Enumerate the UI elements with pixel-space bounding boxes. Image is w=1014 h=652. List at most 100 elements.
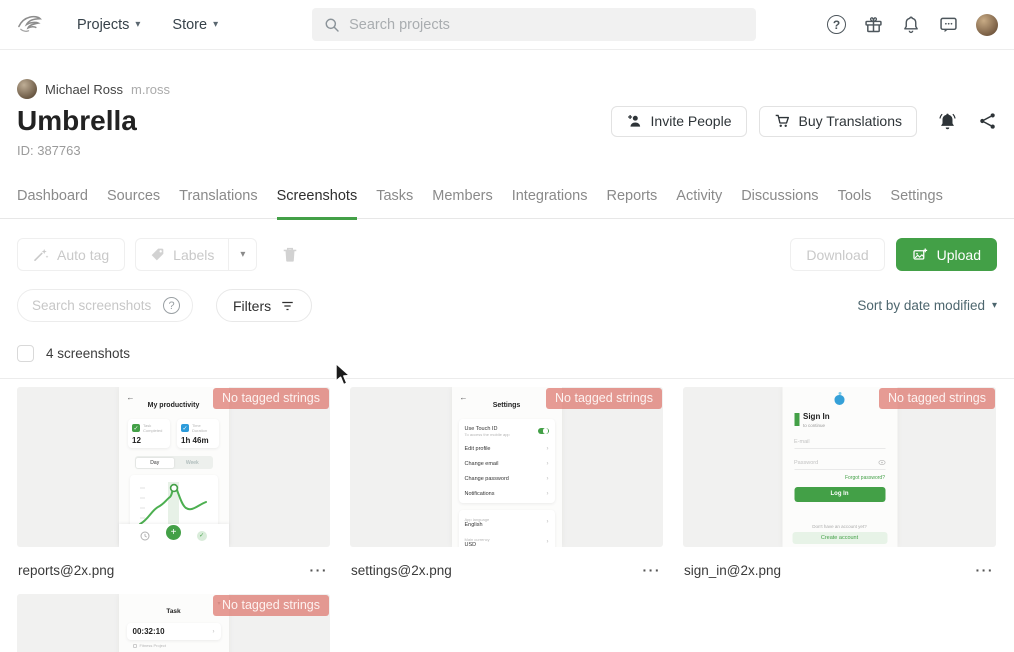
help-icon[interactable]: ? (827, 15, 846, 34)
screenshot-search[interactable]: ? (17, 289, 193, 322)
labels-dropdown-button[interactable]: ▾ (228, 239, 256, 270)
buy-translations-label: Buy Translations (799, 113, 903, 129)
share-icon[interactable] (978, 111, 997, 131)
nav-projects-label: Projects (77, 17, 129, 33)
nav-store-menu[interactable]: Store ▾ (172, 17, 218, 33)
filter-icon (280, 299, 295, 313)
chevron-down-icon: ▾ (213, 19, 218, 30)
download-button[interactable]: Download (790, 238, 884, 271)
card-menu-button[interactable]: ··· (310, 562, 329, 578)
tab-settings[interactable]: Settings (890, 188, 942, 218)
status-badge: No tagged strings (879, 388, 995, 409)
person-add-icon (626, 113, 643, 129)
screenshot-thumbnail[interactable]: No tagged strings Sign In to continue E-… (683, 387, 996, 547)
buy-translations-button[interactable]: Buy Translations (759, 106, 918, 137)
search-projects-input[interactable] (349, 17, 744, 33)
screenshot-card-settings: No tagged strings ← Settings Use Touch I… (350, 387, 663, 594)
messages-icon[interactable] (938, 14, 959, 35)
user-avatar[interactable] (976, 14, 998, 36)
screenshot-filename[interactable]: settings@2x.png (351, 563, 452, 578)
tab-integrations[interactable]: Integrations (512, 188, 588, 218)
global-search[interactable] (312, 8, 756, 41)
watch-bell-icon[interactable] (937, 111, 958, 132)
owner-name: Michael Ross (45, 82, 123, 97)
tab-tools[interactable]: Tools (838, 188, 872, 218)
nav-store-label: Store (172, 17, 207, 33)
invite-people-label: Invite People (651, 113, 732, 129)
tab-discussions[interactable]: Discussions (741, 188, 818, 218)
notifications-bell-icon[interactable] (901, 14, 921, 35)
tab-tasks[interactable]: Tasks (376, 188, 413, 218)
clock-icon: ✓ (181, 424, 189, 432)
eye-icon (878, 460, 885, 465)
toggle-on-icon (538, 428, 549, 435)
back-arrow-icon: ← (460, 393, 468, 402)
top-navbar: Projects ▾ Store ▾ ? (0, 0, 1014, 50)
status-badge: No tagged strings (213, 388, 329, 409)
screenshot-card-reports: No tagged strings ← My productivity ✓ Ta… (17, 387, 330, 594)
screenshot-filename[interactable]: reports@2x.png (18, 563, 114, 578)
tab-activity[interactable]: Activity (676, 188, 722, 218)
filters-label: Filters (233, 298, 271, 314)
screenshot-count: 4 screenshots (46, 346, 130, 361)
screenshot-thumbnail[interactable]: No tagged strings ← Settings Use Touch I… (350, 387, 663, 547)
project-id: ID: 387763 (17, 143, 997, 158)
screenshots-grid: No tagged strings ← My productivity ✓ Ta… (0, 379, 1014, 652)
card-menu-button[interactable]: ··· (643, 562, 662, 578)
back-arrow-icon: ← (127, 393, 135, 402)
auto-tag-button[interactable]: Auto tag (17, 238, 125, 271)
tag-icon (150, 247, 165, 262)
chevron-down-icon: ▾ (240, 249, 245, 260)
screenshot-card-signin: No tagged strings Sign In to continue E-… (683, 387, 996, 594)
cart-icon (774, 113, 791, 129)
preview-title: My productivity (148, 402, 200, 409)
preview-title: Settings (493, 402, 521, 409)
search-icon (324, 17, 340, 33)
thumbnail-preview: Task ▾ 00:32:10 › Fitness Project (119, 594, 229, 652)
gift-icon[interactable] (863, 14, 884, 35)
thumbnail-preview: ← Settings Use Touch ID To access the mo… (452, 387, 562, 547)
tab-reports[interactable]: Reports (607, 188, 658, 218)
upload-button[interactable]: Upload (896, 238, 997, 271)
check-icon: ✓ (132, 424, 140, 432)
project-tabs: Dashboard Sources Translations Screensho… (0, 188, 1014, 219)
screenshot-thumbnail[interactable]: No tagged strings ← My productivity ✓ Ta… (17, 387, 330, 547)
owner-username: m.ross (131, 82, 170, 97)
screenshot-filename[interactable]: sign_in@2x.png (684, 563, 781, 578)
status-badge: No tagged strings (546, 388, 662, 409)
labels-label: Labels (173, 247, 214, 263)
crowdin-logo-icon[interactable] (16, 11, 43, 38)
owner-avatar (17, 79, 37, 99)
tab-screenshots[interactable]: Screenshots (277, 188, 358, 220)
sort-label: Sort by date modified (857, 298, 985, 313)
check-icon: ✓ (197, 531, 207, 541)
chevron-down-icon: ▾ (992, 300, 997, 311)
upload-label: Upload (937, 247, 981, 263)
select-all-checkbox[interactable] (17, 345, 34, 362)
tab-dashboard[interactable]: Dashboard (17, 188, 88, 218)
tab-sources[interactable]: Sources (107, 188, 160, 218)
clock-icon (140, 531, 150, 541)
labels-split-button: Labels ▾ (135, 238, 257, 271)
status-badge: No tagged strings (213, 595, 329, 616)
auto-tag-label: Auto tag (57, 247, 109, 263)
tab-members[interactable]: Members (432, 188, 492, 218)
labels-button[interactable]: Labels (136, 239, 228, 270)
screenshot-thumbnail[interactable]: No tagged strings Task ▾ 00:32:10 › Fitn… (17, 594, 330, 652)
delete-trash-icon[interactable] (281, 245, 299, 264)
search-help-icon[interactable]: ? (163, 297, 180, 314)
search-screenshots-input[interactable] (32, 298, 163, 313)
thumbnail-preview: Sign In to continue E-mail Password Forg… (782, 387, 897, 547)
nav-projects-menu[interactable]: Projects ▾ (77, 17, 140, 33)
chevron-down-icon: ▾ (135, 19, 140, 30)
card-menu-button[interactable]: ··· (976, 562, 995, 578)
invite-people-button[interactable]: Invite People (611, 106, 747, 137)
project-owner[interactable]: Michael Ross m.ross (17, 79, 997, 99)
add-button-icon: + (166, 525, 181, 540)
filters-button[interactable]: Filters (216, 289, 312, 322)
thumbnail-preview: ← My productivity ✓ Task Completed 12 ✓ (119, 387, 229, 547)
sort-dropdown[interactable]: Sort by date modified ▾ (857, 298, 997, 313)
magic-wand-icon (33, 247, 49, 263)
tab-translations[interactable]: Translations (179, 188, 257, 218)
image-plus-icon (912, 247, 928, 262)
